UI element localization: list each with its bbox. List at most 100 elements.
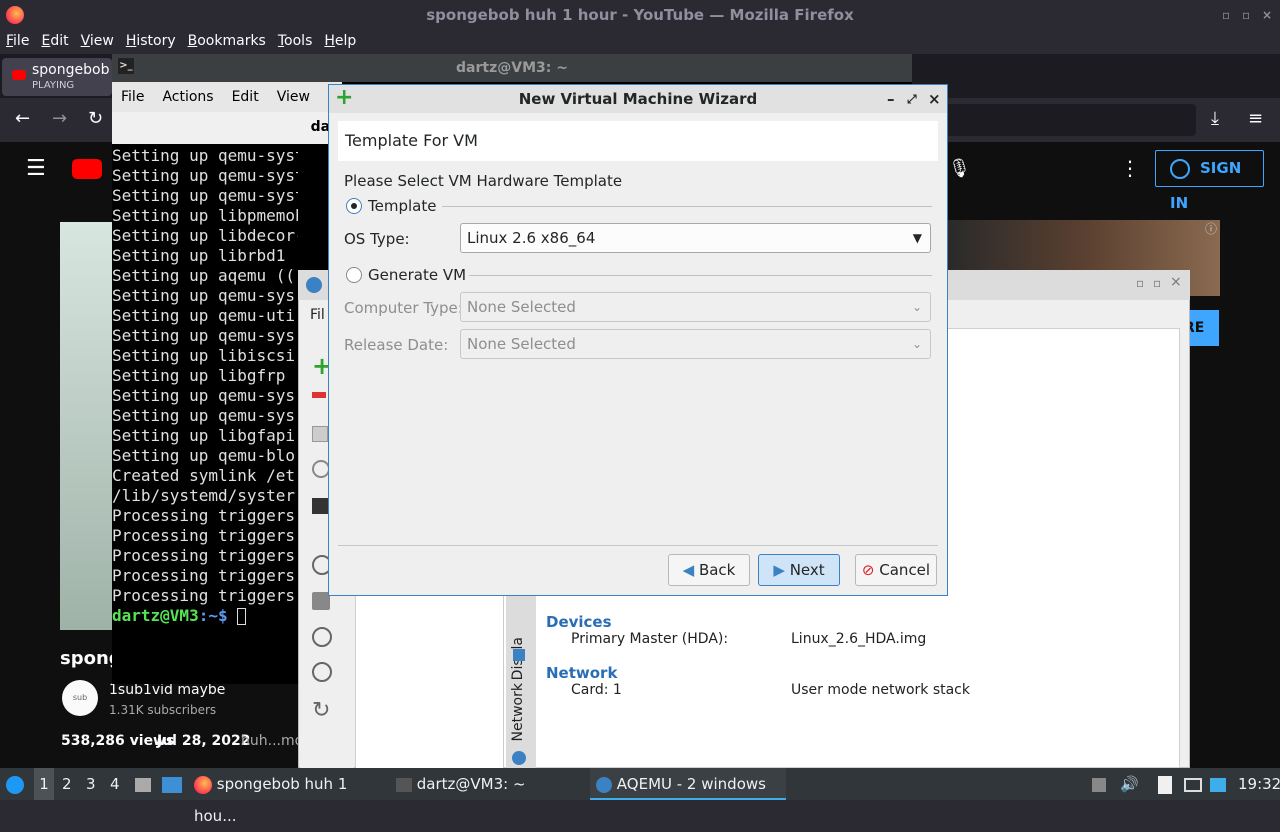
tray-updates-icon[interactable] <box>1092 768 1108 800</box>
term-menu-edit[interactable]: Edit <box>223 82 268 112</box>
terminal-line: Setting up qemu-uti <box>112 306 296 325</box>
aqemu-vertical-tabs: Displa Network <box>506 595 536 768</box>
back-button[interactable]: ◀ Back <box>668 554 750 586</box>
menu-bookmarks[interactable]: Bookmarks <box>182 30 272 52</box>
next-button[interactable]: ▶ Next <box>758 554 840 586</box>
terminal-line: Setting up qemu-syster <box>112 166 298 185</box>
menu-tools[interactable]: Tools <box>272 30 319 52</box>
desktop-4[interactable]: 4 <box>110 768 124 800</box>
terminal-line: Setting up libgfrp <box>112 366 286 385</box>
subscriber-count: 1.31K subscribers <box>109 703 217 717</box>
more-options-icon[interactable]: ⋮ <box>1120 156 1140 180</box>
text-cursor <box>237 608 247 625</box>
clock[interactable]: 19:32 <box>1238 768 1280 800</box>
pause-vm-icon[interactable] <box>312 627 332 647</box>
term-menu-view[interactable]: View <box>268 82 319 112</box>
aqemu-close-icon[interactable]: × <box>1170 274 1182 290</box>
display-tab-icon <box>513 649 525 661</box>
taskbar: 1 2 3 4 spongebob huh 1 hou... dartz@VM3… <box>0 768 1280 825</box>
os-type-select[interactable]: Linux 2.6 x86_64 ▼ <box>460 223 931 253</box>
back-arrow-icon[interactable]: ← <box>15 108 30 129</box>
maximize-icon[interactable]: ▫ <box>1242 0 1250 30</box>
stop-vm-icon[interactable] <box>312 662 332 682</box>
volume-icon[interactable]: 🔊 <box>1120 768 1139 800</box>
desktop-3[interactable]: 3 <box>86 768 100 800</box>
menu-help[interactable]: Help <box>318 30 362 52</box>
vm-list[interactable] <box>356 596 504 768</box>
task-firefox[interactable]: spongebob huh 1 hou... <box>194 768 390 825</box>
tab-network[interactable]: Network <box>510 683 526 741</box>
console-icon[interactable] <box>312 498 328 514</box>
task-aqemu[interactable]: AQEMU - 2 windows <box>590 768 786 800</box>
browser-tab[interactable]: spongebob PLAYING <box>2 58 112 96</box>
generate-vm-radio[interactable] <box>346 267 362 283</box>
template-radio-row[interactable]: Template <box>346 197 932 217</box>
wizard-minimize-icon[interactable]: – <box>887 85 895 113</box>
task-terminal[interactable]: dartz@VM3: ~ <box>396 768 586 800</box>
channel-avatar[interactable]: sub <box>62 680 98 716</box>
minimize-icon[interactable]: ▫ <box>1222 0 1230 30</box>
aqemu-menu-file[interactable]: Fil <box>310 307 325 323</box>
device-label: Primary Master (HDA): <box>571 631 729 647</box>
forward-arrow-icon[interactable]: → <box>52 108 67 129</box>
clipboard-icon[interactable] <box>1158 768 1174 800</box>
aqemu-minimize-icon[interactable]: ▫ <box>1136 276 1144 290</box>
tab-status: PLAYING <box>32 80 75 91</box>
menu-history[interactable]: History <box>120 30 182 52</box>
show-desktop-icon[interactable] <box>162 768 184 800</box>
sign-in-button[interactable]: SIGN IN <box>1155 150 1264 212</box>
window-title: spongebob huh 1 hour - YouTube — Mozilla… <box>426 6 854 24</box>
url-bar[interactable] <box>940 104 1196 136</box>
terminal-title: dartz@VM3: ~ <box>456 60 568 76</box>
downloads-icon[interactable]: ⤓ <box>1211 108 1219 129</box>
close-icon[interactable]: × <box>1262 0 1272 30</box>
desktop-2[interactable]: 2 <box>62 768 76 800</box>
start-menu-icon[interactable] <box>6 768 26 800</box>
generate-vm-label: Generate VM <box>368 266 467 284</box>
cancel-button[interactable]: ⊘ Cancel <box>855 554 937 586</box>
reset-vm-icon[interactable]: ↻ <box>312 698 330 723</box>
mic-icon[interactable]: 🎙 <box>948 158 971 179</box>
group-separator <box>469 275 932 276</box>
chevron-down-icon: ⌄ <box>911 300 922 314</box>
youtube-menu-icon[interactable]: ☰ <box>26 156 46 181</box>
terminal-line: Processing triggers <box>112 546 296 565</box>
group-separator <box>442 206 932 207</box>
file-manager-icon[interactable] <box>135 768 153 800</box>
video-player[interactable] <box>60 222 112 630</box>
user-circle-icon <box>1170 158 1190 179</box>
desktop-1[interactable]: 1 <box>34 768 54 800</box>
wizard-maximize-icon[interactable]: ⤢ <box>907 85 917 113</box>
computer-type-label: Computer Type: <box>344 299 463 317</box>
wizard-page-header: Template For VM <box>338 121 938 161</box>
term-menu-actions[interactable]: Actions <box>153 82 222 112</box>
aqemu-maximize-icon[interactable]: ▫ <box>1153 276 1161 290</box>
terminal-tab[interactable]: dar <box>112 112 342 144</box>
menu-edit[interactable]: Edit <box>35 30 74 52</box>
youtube-logo[interactable] <box>72 159 102 179</box>
firefox-menubar: File Edit View History Bookmarks Tools Help <box>0 30 1280 54</box>
network-tray-icon[interactable] <box>1210 768 1228 800</box>
terminal-line: Processing triggers <box>112 526 296 545</box>
display-tray-icon[interactable] <box>1184 768 1202 800</box>
hamburger-menu-icon[interactable]: ≡ <box>1248 108 1263 129</box>
vm-settings-icon[interactable] <box>312 426 328 442</box>
description-snippet[interactable]: huh...mo <box>241 733 303 749</box>
terminal-lines: Setting up qemu-systerSetting up qemu-sy… <box>112 146 298 606</box>
reload-icon[interactable]: ↻ <box>88 108 103 129</box>
aqemu-app-icon <box>306 277 322 293</box>
terminal-line: Setting up libpmemobj <box>112 206 298 225</box>
wizard-close-icon[interactable]: × <box>928 85 941 113</box>
terminal-line: Setting up qemu-blo <box>112 446 296 465</box>
terminal-line: Setting up qemu-syster <box>112 146 298 165</box>
menu-view[interactable]: View <box>75 30 120 52</box>
ad-info-icon[interactable]: ⓘ <box>1205 220 1217 237</box>
term-menu-file[interactable]: File <box>112 82 153 112</box>
remove-vm-icon[interactable] <box>312 392 326 398</box>
template-radio[interactable] <box>346 198 362 214</box>
terminal-output[interactable]: Setting up qemu-systerSetting up qemu-sy… <box>112 146 298 676</box>
menu-file[interactable]: File <box>0 30 35 52</box>
terminal-line: Setting up aqemu (( <box>112 266 296 285</box>
channel-name[interactable]: 1sub1vid maybe <box>109 682 225 698</box>
generate-radio-row[interactable]: Generate VM <box>346 266 932 286</box>
